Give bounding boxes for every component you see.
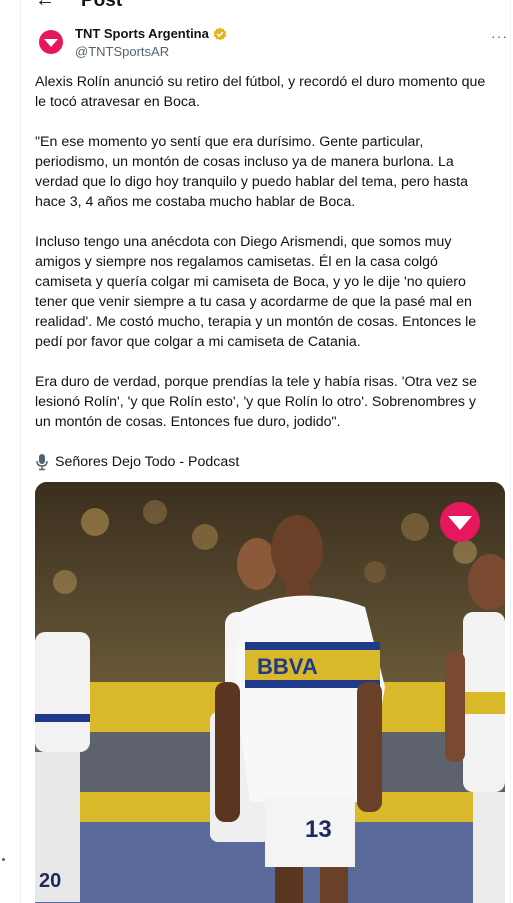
tweet-paragraph: Era duro de verdad, porque prendías la t… [35,374,477,430]
verified-badge-icon [213,27,227,41]
post-header: ← Post [21,0,510,12]
tweet-text: Alexis Rolín anunció su retiro del fútbo… [35,72,495,472]
tweet: TNT Sports Argentina @TNTSportsAR ··· Al… [21,20,510,903]
svg-text:20: 20 [39,870,61,892]
tweet-media-image[interactable]: 20 BBVA 13 [35,482,505,903]
svg-text:13: 13 [305,816,332,843]
author-name[interactable]: TNT Sports Argentina [75,26,209,42]
svg-text:BBVA: BBVA [257,654,318,679]
podcast-source: Señores Dejo Todo - Podcast [35,452,495,472]
brand-logo-icon [440,502,480,542]
edge-dot [2,858,5,861]
author-block: TNT Sports Argentina @TNTSportsAR [75,26,227,60]
tweet-paragraph: Incluso tengo una anécdota con Diego Ari… [35,234,477,350]
timeline-right-border [510,0,511,903]
arrow-left-icon[interactable]: ← [35,0,55,10]
tnt-logo-icon [44,39,58,47]
page-title: Post [81,0,123,11]
avatar[interactable] [39,30,63,54]
microphone-icon [35,453,49,471]
more-options-icon[interactable]: ··· [491,28,508,44]
tweet-paragraph: "En ese momento yo sentí que era durísim… [35,134,469,210]
tweet-paragraph: Alexis Rolín anunció su retiro del fútbo… [35,74,486,110]
football-photo: 20 BBVA 13 [35,482,505,903]
author-handle[interactable]: @TNTSportsAR [75,44,227,60]
podcast-label: Señores Dejo Todo - Podcast [55,454,240,470]
